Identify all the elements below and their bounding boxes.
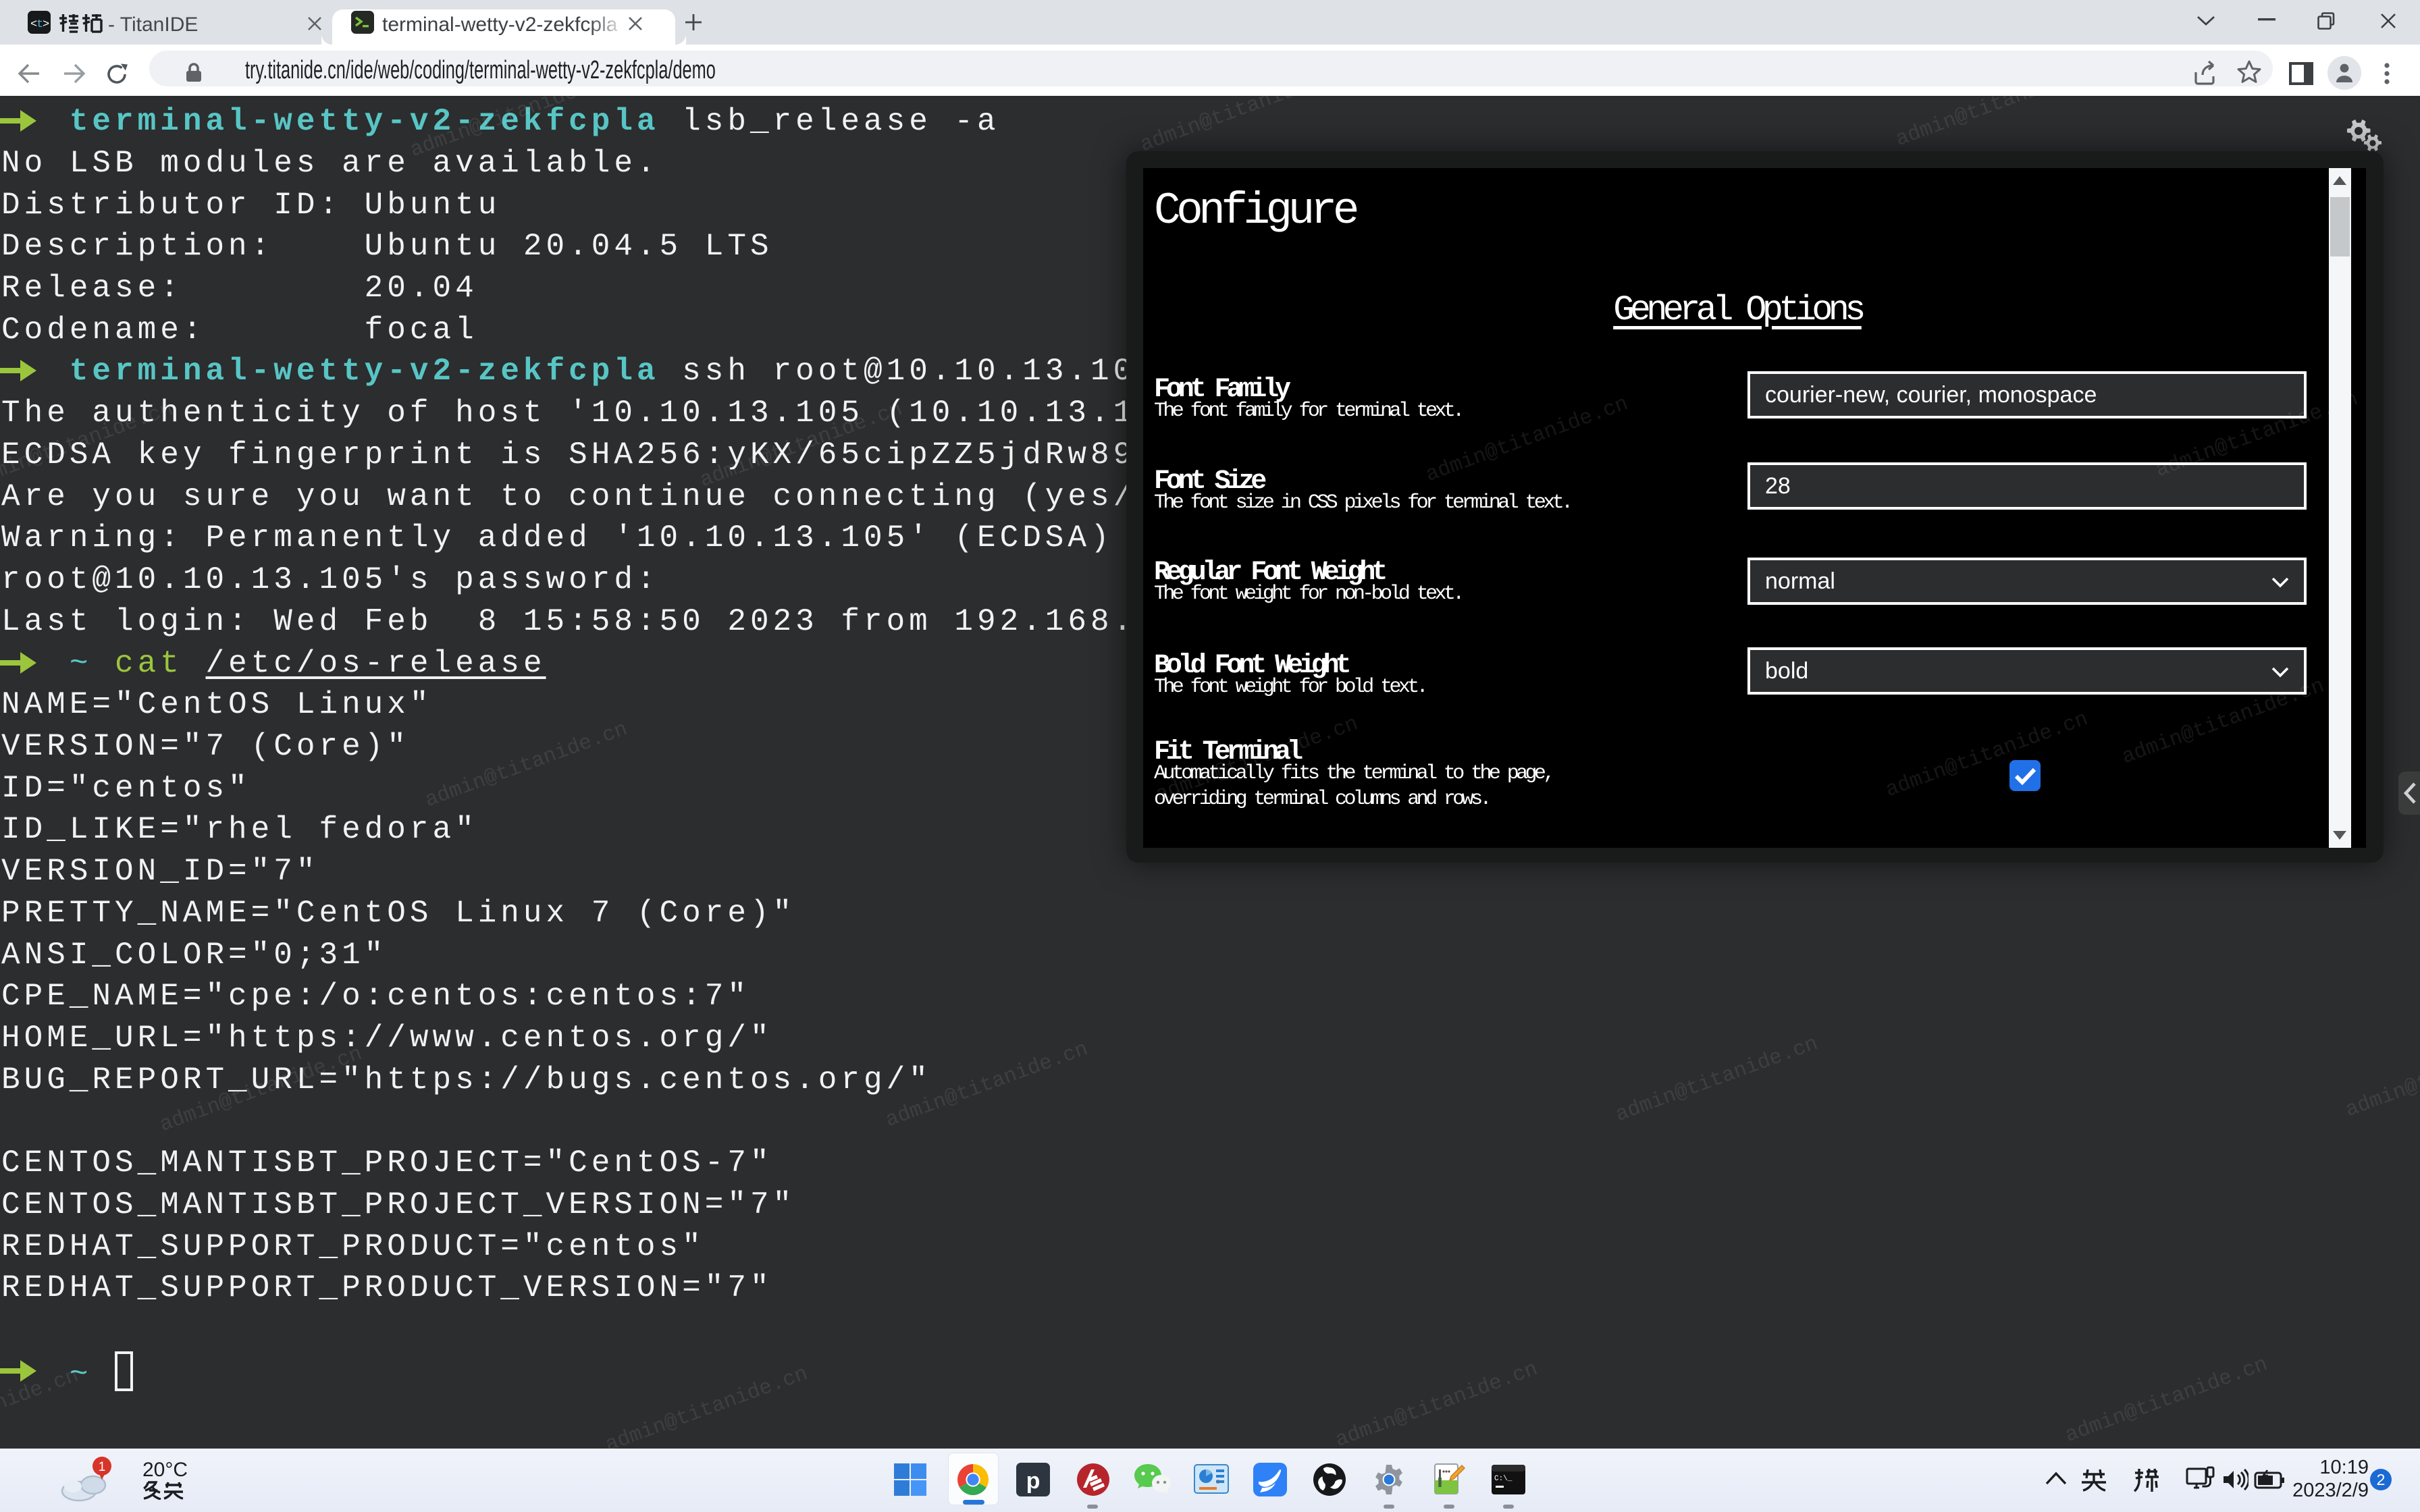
- svg-text:>: >: [43, 18, 49, 31]
- svg-text:C:\_: C:\_: [1494, 1475, 1512, 1483]
- svg-text:1: 1: [99, 1460, 106, 1474]
- svg-text:p: p: [1026, 1468, 1041, 1494]
